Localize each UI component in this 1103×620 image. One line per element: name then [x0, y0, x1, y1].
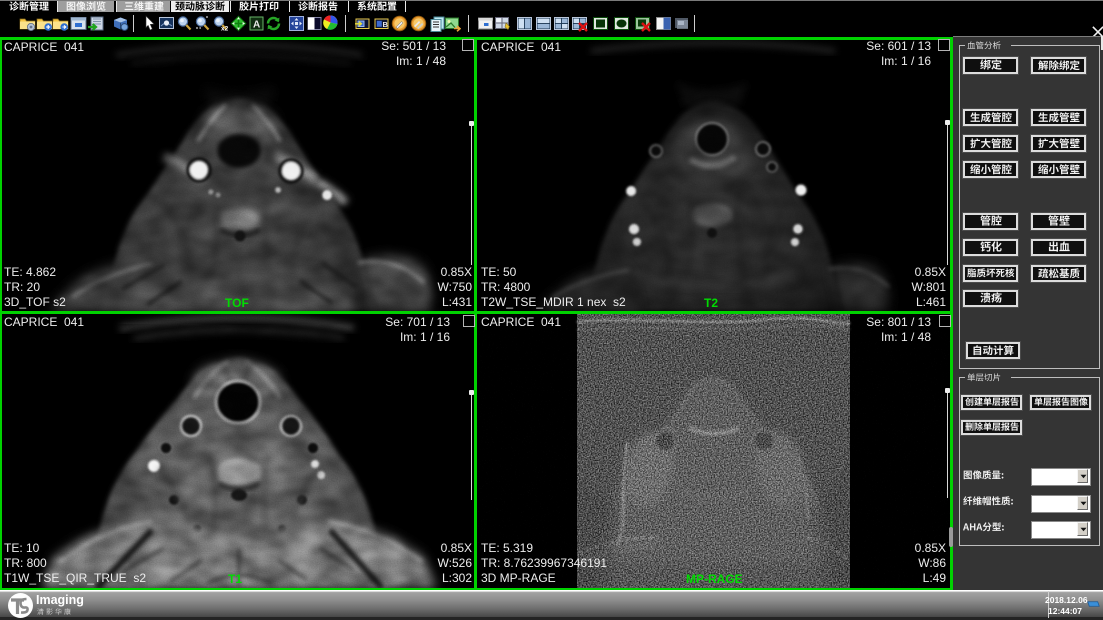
- svg-text:B: B: [383, 20, 389, 29]
- svg-text:x2: x2: [221, 26, 229, 33]
- svg-text:A: A: [253, 20, 260, 31]
